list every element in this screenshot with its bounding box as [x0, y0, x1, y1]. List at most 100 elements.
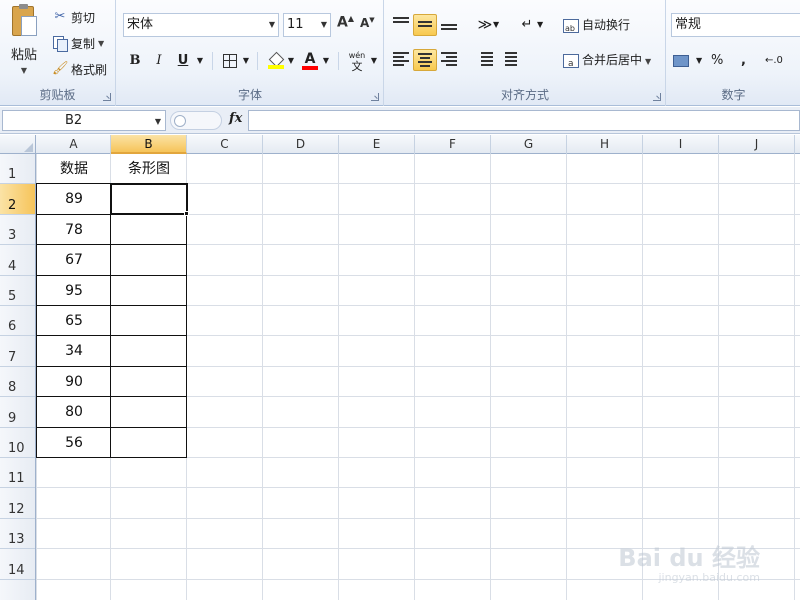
column-header[interactable]: H	[567, 135, 643, 154]
bar-chart-cell[interactable]	[111, 306, 187, 336]
data-cell[interactable]: 34	[37, 336, 111, 366]
column-header[interactable]: F	[415, 135, 491, 154]
row-header[interactable]: 2	[0, 184, 35, 215]
chevron-down-icon[interactable]: ▼	[98, 39, 104, 48]
accounting-format-button[interactable]	[673, 50, 695, 72]
row-header[interactable]: 1	[0, 154, 35, 185]
data-cell[interactable]: 90	[37, 367, 111, 397]
number-format-select[interactable]: 常规	[671, 13, 800, 37]
row-header[interactable]: 7	[0, 336, 35, 367]
grow-font-button[interactable]: A▲	[337, 14, 354, 31]
row-header[interactable]: 3	[0, 215, 35, 246]
cut-button[interactable]: ✂ 剪切	[52, 7, 95, 27]
cell-a1[interactable]: 数据	[37, 154, 111, 184]
data-cell[interactable]: 65	[37, 306, 111, 336]
chevron-down-icon[interactable]: ▼	[241, 50, 251, 72]
data-cell[interactable]: 78	[37, 215, 111, 245]
data-cell[interactable]: 67	[37, 245, 111, 275]
data-cell[interactable]: 95	[37, 276, 111, 306]
borders-button[interactable]	[221, 50, 239, 72]
percent-button[interactable]: %	[711, 50, 723, 72]
bar-chart-cell[interactable]	[111, 336, 187, 366]
chevron-down-icon[interactable]: ▼	[195, 50, 205, 72]
align-center-button[interactable]	[413, 49, 437, 71]
align-right-button[interactable]	[437, 49, 461, 71]
column-header[interactable]: A	[37, 135, 111, 154]
row-header[interactable]: 4	[0, 245, 35, 276]
chevron-down-icon[interactable]: ▼	[696, 50, 702, 72]
row-header[interactable]: 13	[0, 519, 35, 550]
chevron-down-icon[interactable]: ▼	[645, 57, 651, 66]
cell-b1[interactable]: 条形图	[111, 154, 187, 184]
column-header[interactable]: E	[339, 135, 415, 154]
dialog-launcher-icon[interactable]	[371, 93, 379, 101]
phonetic-guide-button[interactable]: wén 文	[346, 50, 368, 72]
chevron-down-icon[interactable]: ▼	[6, 66, 42, 75]
underline-button[interactable]: U	[175, 50, 191, 72]
italic-button[interactable]: I	[151, 50, 167, 72]
row-header[interactable]: 11	[0, 458, 35, 489]
chevron-down-icon[interactable]: ▼	[537, 14, 547, 36]
data-cell[interactable]: 89	[37, 184, 111, 214]
formula-bar-resize-handle[interactable]	[170, 111, 222, 130]
name-box[interactable]: B2 ▼	[2, 110, 166, 131]
column-header[interactable]: J	[719, 135, 795, 154]
row-header[interactable]: 14	[0, 549, 35, 580]
align-left-button[interactable]	[389, 49, 413, 71]
bar-chart-cell[interactable]	[111, 245, 187, 275]
row-header[interactable]: 10	[0, 428, 35, 458]
row-header[interactable]: 5	[0, 276, 35, 306]
bold-button[interactable]: B	[127, 50, 143, 72]
paste-button[interactable]: 粘贴 ▼	[6, 4, 42, 78]
data-cell[interactable]: 56	[37, 428, 111, 458]
font-name-select[interactable]: 宋体 ▼	[123, 13, 279, 37]
bar-chart-cell[interactable]	[111, 397, 187, 427]
row-header[interactable]: 6	[0, 306, 35, 337]
cell-grid[interactable]: 数据 条形图 89 78 67 95 65 34 90 80 56	[36, 154, 800, 600]
column-header[interactable]: D	[263, 135, 339, 154]
fill-color-button[interactable]	[267, 50, 285, 72]
align-middle-button[interactable]	[413, 14, 437, 36]
row-header[interactable]: 12	[0, 488, 35, 519]
wrap-text-button[interactable]: 自动换行	[563, 14, 630, 40]
chevron-down-icon[interactable]: ▼	[493, 14, 503, 36]
merge-center-button[interactable]: 合并后居中▼	[563, 49, 651, 75]
column-header[interactable]: I	[643, 135, 719, 154]
text-direction-button[interactable]: ↵	[515, 14, 539, 36]
increase-indent-button[interactable]	[497, 49, 521, 71]
dialog-launcher-icon[interactable]	[103, 93, 111, 101]
formula-input[interactable]	[248, 110, 800, 131]
decrease-indent-icon	[481, 52, 493, 68]
dialog-launcher-icon[interactable]	[653, 93, 661, 101]
bar-chart-cell[interactable]	[111, 215, 187, 245]
row-header[interactable]: 8	[0, 367, 35, 398]
column-header[interactable]: C	[187, 135, 263, 154]
chevron-down-icon[interactable]: ▼	[369, 50, 379, 72]
chevron-down-icon[interactable]: ▼	[155, 112, 161, 131]
bar-chart-cell[interactable]	[111, 367, 187, 397]
row-header[interactable]: 9	[0, 397, 35, 428]
font-size-select[interactable]: 11 ▼	[283, 13, 331, 37]
column-header[interactable]: B	[111, 135, 187, 154]
chevron-down-icon[interactable]: ▼	[269, 14, 275, 36]
insert-function-button[interactable]: fx	[229, 111, 242, 126]
format-painter-button[interactable]: 🖌 格式刷	[52, 59, 107, 79]
align-bottom-button[interactable]	[437, 14, 461, 36]
bar-chart-cell[interactable]	[111, 276, 187, 306]
chevron-down-icon[interactable]: ▼	[321, 50, 331, 72]
chevron-down-icon[interactable]: ▼	[286, 50, 296, 72]
bar-chart-cell[interactable]	[111, 428, 187, 458]
divider	[257, 52, 258, 70]
comma-button[interactable]: ,	[741, 50, 746, 72]
column-header[interactable]: G	[491, 135, 567, 154]
fill-handle[interactable]	[184, 210, 189, 216]
shrink-font-button[interactable]: A▼	[360, 16, 375, 30]
increase-decimal-button[interactable]: ←.0	[765, 50, 783, 72]
align-top-button[interactable]	[389, 14, 413, 36]
data-cell[interactable]: 80	[37, 397, 111, 427]
font-color-button[interactable]: A	[301, 50, 319, 72]
copy-button[interactable]: 复制 ▼	[52, 33, 104, 53]
chevron-down-icon[interactable]: ▼	[321, 14, 327, 36]
select-all-button[interactable]	[0, 135, 36, 154]
decrease-indent-button[interactable]	[473, 49, 497, 71]
